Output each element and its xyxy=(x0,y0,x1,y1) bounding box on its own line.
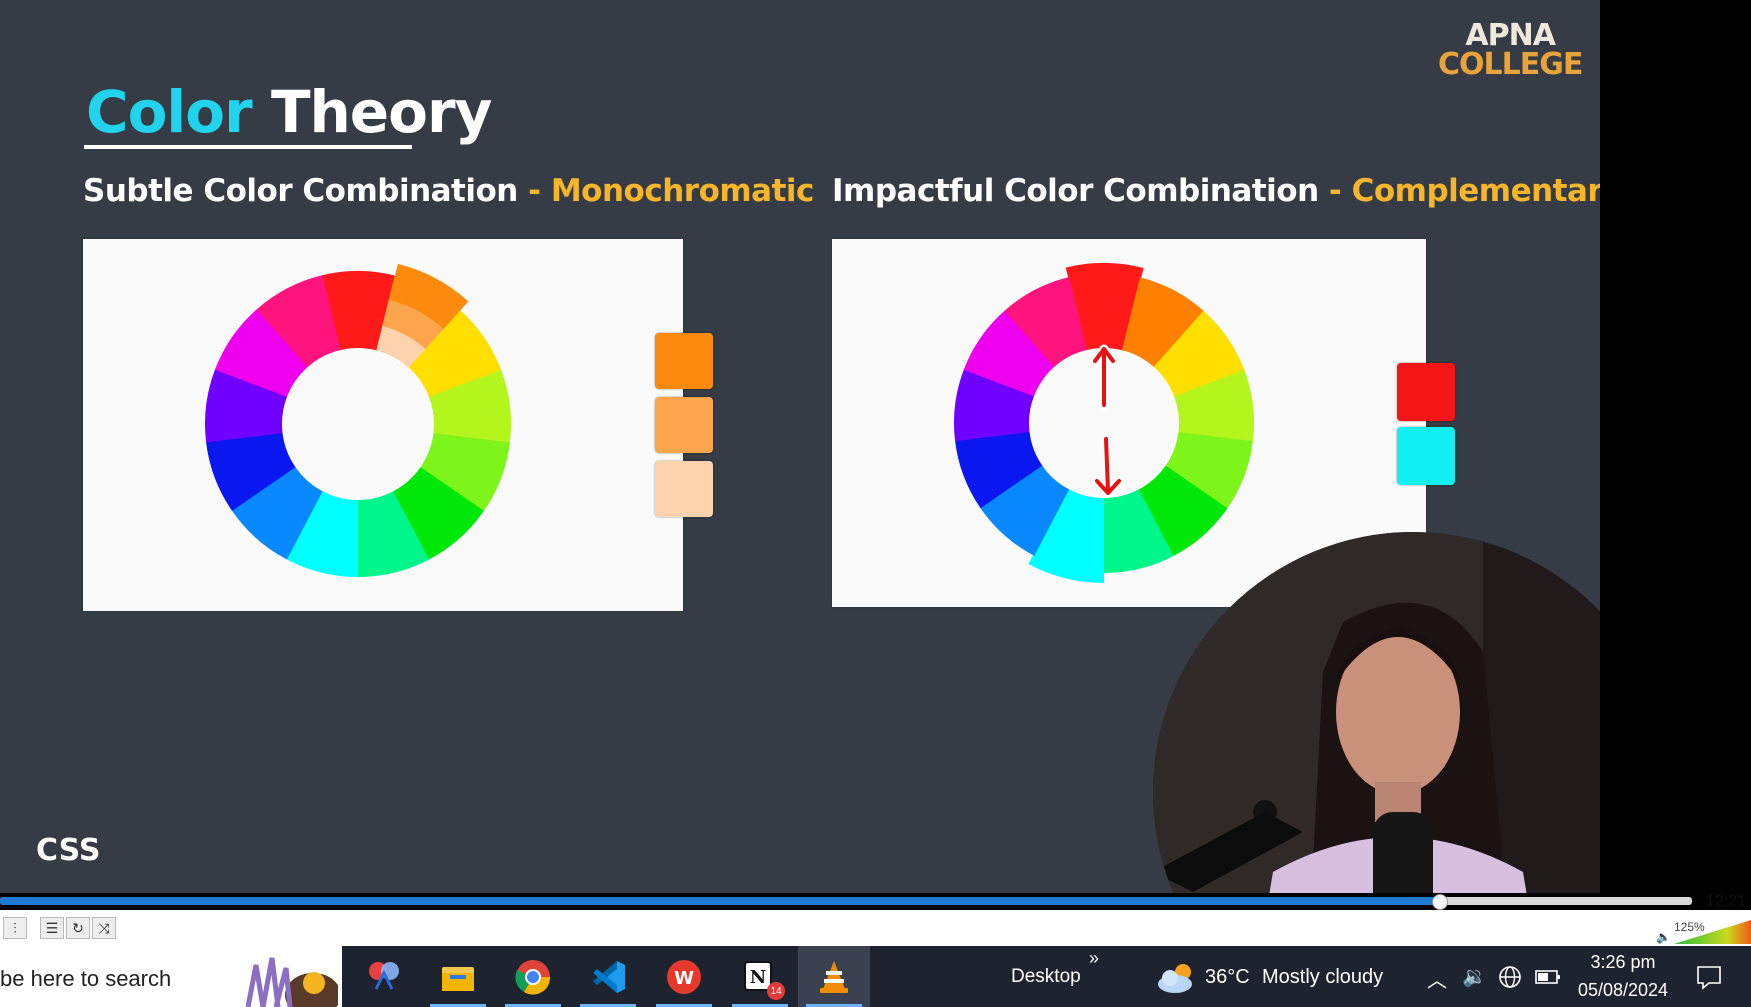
right-heading-text: Impactful Color Combination xyxy=(832,173,1319,209)
vscode-icon xyxy=(593,960,625,993)
weather-temperature[interactable]: 36°C xyxy=(1205,966,1250,989)
player-controls xyxy=(0,910,1751,946)
right-heading: Impactful Color Combination - Complement… xyxy=(832,173,1600,209)
slide-title: Color Theory xyxy=(86,78,492,146)
left-heading-dash: - xyxy=(517,173,551,209)
network-globe-icon[interactable] xyxy=(1498,965,1522,989)
playlist-icon: ☰ xyxy=(45,919,59,936)
notifications-icon[interactable] xyxy=(1696,964,1722,990)
vlc-icon xyxy=(820,960,848,993)
shuffle-icon: ⤨ xyxy=(98,919,110,936)
volume-slider[interactable] xyxy=(1674,920,1751,944)
left-heading: Subtle Color Combination - Monochromatic xyxy=(83,173,814,209)
title-underline xyxy=(84,145,412,149)
notion-badge: 14 xyxy=(767,982,785,1000)
left-heading-text: Subtle Color Combination xyxy=(83,173,518,209)
mono-swatch-3 xyxy=(655,461,713,517)
right-heading-dash: - xyxy=(1318,173,1352,209)
left-heading-accent: Monochromatic xyxy=(550,173,815,209)
monochromatic-card xyxy=(83,239,683,611)
taskbar-wps-office[interactable]: W xyxy=(648,946,720,1007)
monochromatic-color-wheel xyxy=(205,263,511,577)
search-highlight-image xyxy=(245,957,338,1007)
svg-text:N: N xyxy=(750,967,766,988)
search-placeholder: be here to search xyxy=(0,966,172,991)
wps-office-icon: W xyxy=(667,959,701,994)
complement-arrow xyxy=(1093,347,1115,407)
svg-text:W: W xyxy=(674,968,694,989)
mono-swatch-2 xyxy=(655,397,713,453)
apna-college-logo: APNA COLLEGE xyxy=(1438,21,1583,82)
loop-icon: ↻ xyxy=(72,919,84,936)
title-word-color: Color xyxy=(86,78,253,146)
desktop-toolbar-label[interactable]: Desktop xyxy=(1011,966,1081,988)
course-tag: CSS xyxy=(36,833,101,868)
file-explorer-icon xyxy=(442,966,474,991)
clock-time[interactable]: 3:26 pm xyxy=(1588,952,1658,973)
taskbar-chrome[interactable] xyxy=(497,946,569,1007)
toolbar-expand-chevrons[interactable]: » xyxy=(1089,948,1099,969)
volume-icon[interactable]: 🔉 xyxy=(1462,964,1487,989)
speaker-icon[interactable]: 🔈 xyxy=(1656,930,1671,944)
playlist-button[interactable]: ☰ xyxy=(40,917,64,939)
elapsed-time: 12:21 xyxy=(1706,893,1747,910)
video-frame[interactable]: Color Theory Subtle Color Combination - … xyxy=(0,0,1600,893)
comp-swatch-red xyxy=(1397,363,1455,421)
chrome-icon xyxy=(515,959,551,995)
seek-bar-fill xyxy=(0,897,1440,905)
taskbar-file-explorer[interactable] xyxy=(422,946,494,1007)
clock-date[interactable]: 05/08/2024 xyxy=(1572,980,1674,1001)
equalizer-button[interactable]: ⫶ xyxy=(3,917,27,939)
taskbar-vscode[interactable] xyxy=(572,946,644,1007)
snipping-tool-icon xyxy=(369,961,399,990)
loop-button[interactable]: ↻ xyxy=(66,917,90,939)
title-word-theory: Theory xyxy=(270,78,492,146)
taskbar-notion[interactable]: N 14 xyxy=(724,946,796,1007)
logo-line-2: COLLEGE xyxy=(1438,46,1583,82)
seek-handle[interactable] xyxy=(1431,894,1448,910)
battery-icon[interactable] xyxy=(1535,969,1561,985)
comp-swatch-cyan xyxy=(1397,427,1455,485)
show-hidden-icons-chevron-icon[interactable]: ︿ xyxy=(1427,964,1447,993)
taskbar-vlc[interactable] xyxy=(798,946,870,1007)
letterbox-bar xyxy=(1600,0,1751,893)
shuffle-button[interactable]: ⤨ xyxy=(92,917,116,939)
equalizer-icon: ⫶ xyxy=(13,919,17,936)
complement-arrow xyxy=(1095,437,1121,495)
taskbar-snipping-tool[interactable] xyxy=(348,946,420,1007)
weather-cloud-icon xyxy=(1158,964,1192,993)
weather-description[interactable]: Mostly cloudy xyxy=(1262,966,1383,989)
right-heading-accent: Complementary xyxy=(1351,173,1600,209)
mono-swatch-1 xyxy=(655,333,713,389)
